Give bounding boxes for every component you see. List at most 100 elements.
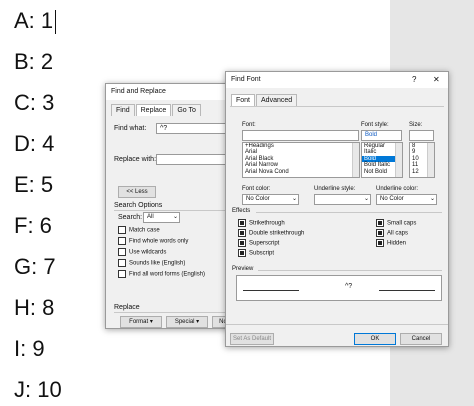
doc-line: H: 8 bbox=[14, 295, 55, 320]
tab-find[interactable]: Find bbox=[111, 104, 135, 116]
underline-color-value: No Color bbox=[380, 196, 404, 202]
preview-box: ^? bbox=[236, 275, 442, 301]
scrollbar[interactable] bbox=[395, 143, 402, 177]
scrollbar[interactable] bbox=[352, 143, 359, 177]
superscript-checkbox[interactable]: Superscript bbox=[238, 239, 279, 247]
chevron-down-icon: ⌄ bbox=[429, 196, 435, 202]
tab-go-to[interactable]: Go To bbox=[172, 104, 201, 116]
divider bbox=[230, 106, 444, 107]
search-options-label: Search Options bbox=[114, 202, 163, 209]
search-direction-select[interactable]: All ⌄ bbox=[143, 212, 180, 223]
divider bbox=[256, 212, 442, 213]
doc-line: F: 6 bbox=[14, 213, 52, 238]
divider bbox=[226, 324, 448, 325]
subscript-checkbox[interactable]: Subscript bbox=[238, 249, 274, 257]
double-strikethrough-checkbox[interactable]: Double strikethrough bbox=[238, 229, 304, 237]
find-font-dialog: Find Font ? ✕ Font Advanced Font: +Headi… bbox=[225, 71, 449, 347]
use-wildcards-checkbox[interactable]: Use wildcards bbox=[118, 248, 166, 256]
checkbox-icon bbox=[118, 270, 126, 278]
tab-replace[interactable]: Replace bbox=[135, 104, 172, 116]
set-as-default-button[interactable]: Set As Default bbox=[230, 333, 274, 345]
chevron-down-icon: ⌄ bbox=[363, 196, 369, 202]
hidden-checkbox[interactable]: Hidden bbox=[376, 239, 406, 247]
font-style-list[interactable]: Regular Italic Bold Bold Italic Not Bold bbox=[361, 142, 403, 178]
checkbox-icon bbox=[238, 239, 246, 247]
option-label: Use wildcards bbox=[129, 249, 167, 256]
preview-label: Preview bbox=[232, 266, 254, 272]
close-icon[interactable]: ✕ bbox=[433, 75, 440, 84]
find-font-tabs: Font Advanced bbox=[231, 94, 298, 106]
checkbox-icon bbox=[238, 229, 246, 237]
search-direction-value: All bbox=[147, 214, 154, 220]
help-icon[interactable]: ? bbox=[412, 75, 416, 84]
checkbox-icon bbox=[376, 239, 384, 247]
effect-label: Superscript bbox=[249, 240, 280, 247]
font-label: Font: bbox=[242, 122, 256, 128]
effect-label: Hidden bbox=[387, 240, 407, 247]
tab-advanced[interactable]: Advanced bbox=[256, 94, 298, 106]
less-button[interactable]: << Less bbox=[118, 186, 156, 198]
doc-line: I: 9 bbox=[14, 336, 45, 361]
checkbox-icon bbox=[376, 229, 384, 237]
checkbox-icon bbox=[238, 219, 246, 227]
checkbox-icon bbox=[118, 259, 126, 267]
preview-line bbox=[379, 290, 435, 291]
match-case-checkbox[interactable]: Match case bbox=[118, 226, 160, 234]
effects-label: Effects bbox=[232, 208, 251, 214]
find-replace-tabs: Find Replace Go To bbox=[111, 104, 202, 116]
small-caps-checkbox[interactable]: Small caps bbox=[376, 219, 416, 227]
doc-line: E: 5 bbox=[14, 172, 54, 197]
effect-label: All caps bbox=[387, 230, 409, 237]
underline-style-select[interactable]: ⌄ bbox=[314, 194, 371, 205]
effect-label: Strikethrough bbox=[249, 220, 285, 227]
whole-words-checkbox[interactable]: Find whole words only bbox=[118, 237, 188, 245]
divider bbox=[258, 270, 442, 271]
underline-color-label: Underline color: bbox=[376, 186, 419, 192]
word-forms-checkbox[interactable]: Find all word forms (English) bbox=[118, 270, 205, 278]
size-list[interactable]: 8 9 10 11 12 bbox=[409, 142, 435, 178]
preview-text: ^? bbox=[345, 283, 353, 290]
option-label: Find all word forms (English) bbox=[129, 271, 206, 278]
doc-line: B: 2 bbox=[14, 49, 54, 74]
checkbox-icon bbox=[376, 219, 384, 227]
font-color-select[interactable]: No Color ⌄ bbox=[242, 194, 299, 205]
replace-section-label: Replace bbox=[114, 304, 140, 311]
cancel-button[interactable]: Cancel bbox=[400, 333, 442, 345]
chevron-down-icon: ⌄ bbox=[172, 214, 178, 220]
checkbox-icon bbox=[118, 237, 126, 245]
doc-line: A: 1 bbox=[14, 8, 57, 35]
effect-label: Small caps bbox=[387, 220, 417, 227]
list-item[interactable]: Arial Nova Cond bbox=[243, 169, 359, 175]
font-color-value: No Color bbox=[246, 196, 270, 202]
scrollbar[interactable] bbox=[427, 143, 434, 177]
size-label: Size: bbox=[409, 122, 423, 128]
size-input[interactable] bbox=[409, 130, 434, 141]
find-what-label: Find what: bbox=[114, 125, 147, 132]
all-caps-checkbox[interactable]: All caps bbox=[376, 229, 408, 237]
special-button[interactable]: Special ▾ bbox=[166, 316, 208, 328]
search-label: Search: bbox=[118, 214, 143, 221]
sounds-like-checkbox[interactable]: Sounds like (English) bbox=[118, 259, 185, 267]
font-style-input[interactable]: Bold bbox=[361, 130, 402, 141]
find-font-titlebar[interactable]: Find Font ? ✕ bbox=[226, 72, 448, 88]
effect-label: Double strikethrough bbox=[249, 230, 305, 237]
ok-button[interactable]: OK bbox=[354, 333, 396, 345]
checkbox-icon bbox=[118, 226, 126, 234]
underline-color-select[interactable]: No Color ⌄ bbox=[376, 194, 437, 205]
replace-with-label: Replace with: bbox=[114, 156, 157, 163]
preview-line bbox=[243, 290, 299, 291]
strikethrough-checkbox[interactable]: Strikethrough bbox=[238, 219, 285, 227]
font-name-input[interactable] bbox=[242, 130, 359, 141]
font-color-label: Font color: bbox=[242, 186, 271, 192]
chevron-down-icon: ⌄ bbox=[291, 196, 297, 202]
format-button[interactable]: Format ▾ bbox=[120, 316, 162, 328]
option-label: Find whole words only bbox=[129, 238, 189, 245]
checkbox-icon bbox=[238, 249, 246, 257]
doc-line: D: 4 bbox=[14, 131, 55, 156]
font-list[interactable]: +Headings Arial Arial Black Arial Narrow… bbox=[242, 142, 360, 178]
find-replace-title: Find and Replace bbox=[111, 88, 166, 95]
font-style-label: Font style: bbox=[361, 122, 389, 128]
option-label: Sounds like (English) bbox=[129, 260, 186, 267]
effect-label: Subscript bbox=[249, 250, 275, 257]
tab-font[interactable]: Font bbox=[231, 94, 256, 106]
